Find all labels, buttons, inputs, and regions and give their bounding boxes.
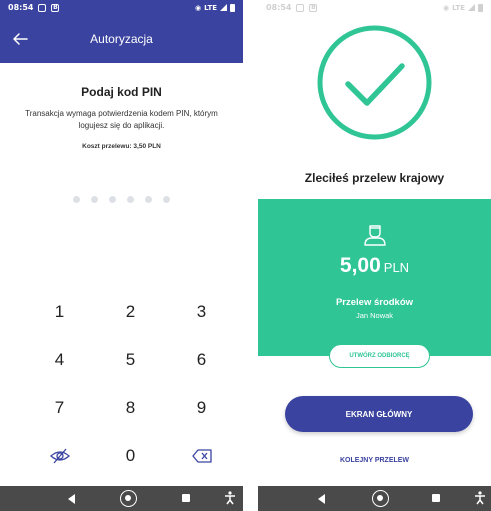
success-screen: 08:54 B ◉ LTE Zleciłeś przelew krajowy 5… <box>258 0 491 511</box>
key-7[interactable]: 7 <box>24 384 95 432</box>
arrow-left-icon[interactable] <box>10 29 30 49</box>
main-screen-button[interactable]: EKRAN GŁÓWNY <box>285 396 473 432</box>
check-circle-icon <box>317 25 432 140</box>
recent-apps-icon[interactable] <box>182 494 190 502</box>
create-recipient-button[interactable]: UTWÓRZ ODBIORCĘ <box>329 344 430 368</box>
battery-icon <box>230 3 235 12</box>
transfer-summary: 5,00 PLN Przelew środków Jan Nowak UTWÓRZ… <box>258 199 491 368</box>
delete-button[interactable] <box>166 432 237 480</box>
pin-dot <box>163 196 170 203</box>
transfer-title: Przelew środków <box>335 297 414 308</box>
notification-icon <box>296 3 305 12</box>
accessibility-icon[interactable] <box>474 491 486 505</box>
transfer-fee: Koszt przelewu: 3,50 PLN <box>82 143 161 150</box>
pin-dot <box>91 196 98 203</box>
toggle-visibility-button[interactable] <box>24 432 95 480</box>
key-1[interactable]: 1 <box>24 288 95 336</box>
status-time: 08:54 <box>8 3 34 12</box>
recipient-name: Jan Nowak <box>355 311 394 320</box>
keypad: 1 2 3 4 5 6 7 8 9 0 <box>24 288 237 480</box>
status-bar: 08:54 B ◉ LTE <box>0 0 243 15</box>
page-title: Autoryzacja <box>90 32 153 46</box>
signal-icon <box>220 4 227 11</box>
bank-app-icon: B <box>51 3 60 12</box>
network-type: LTE <box>452 3 465 12</box>
back-icon[interactable] <box>68 494 75 504</box>
wifi-icon: ◉ <box>443 3 450 12</box>
key-8[interactable]: 8 <box>95 384 166 432</box>
amount-value: 5,00 <box>339 254 381 277</box>
system-nav-bar <box>258 486 491 511</box>
notification-icon <box>38 3 47 12</box>
pin-dot <box>109 196 116 203</box>
eye-off-icon <box>49 448 70 464</box>
home-icon[interactable] <box>372 490 389 507</box>
success-heading: Zleciłeś przelew krajowy <box>304 171 445 185</box>
key-0[interactable]: 0 <box>95 432 166 480</box>
app-bar: Autoryzacja <box>0 15 243 63</box>
bank-app-icon: B <box>309 3 318 12</box>
key-4[interactable]: 4 <box>24 336 95 384</box>
system-nav-bar <box>0 486 243 511</box>
person-icon <box>364 225 386 246</box>
battery-icon <box>478 3 483 12</box>
back-icon[interactable] <box>318 494 325 504</box>
amount-currency: PLN <box>383 260 410 275</box>
accessibility-icon[interactable] <box>224 491 236 505</box>
signal-icon <box>468 4 475 11</box>
pin-dot <box>73 196 80 203</box>
pin-screen: 08:54 B ◉ LTE Autoryzacja Podaj kod PIN … <box>0 0 243 511</box>
key-9[interactable]: 9 <box>166 384 237 432</box>
home-icon[interactable] <box>120 490 137 507</box>
amount: 5,00 PLN <box>258 254 491 278</box>
pin-description: Transakcja wymaga potwierdzenia kodem PI… <box>25 109 218 130</box>
network-type: LTE <box>204 3 217 12</box>
pin-dot <box>127 196 134 203</box>
pin-dots <box>0 196 243 203</box>
pin-dot <box>145 196 152 203</box>
key-5[interactable]: 5 <box>95 336 166 384</box>
wifi-icon: ◉ <box>195 3 202 12</box>
key-2[interactable]: 2 <box>95 288 166 336</box>
status-time: 08:54 <box>266 3 292 12</box>
backspace-icon <box>191 449 212 463</box>
recent-apps-icon[interactable] <box>432 494 440 502</box>
pin-heading: Podaj kod PIN <box>81 85 162 99</box>
next-transfer-link[interactable]: KOLEJNY PRZELEW <box>258 457 491 464</box>
status-bar: 08:54 B ◉ LTE <box>258 0 491 15</box>
key-6[interactable]: 6 <box>166 336 237 384</box>
key-3[interactable]: 3 <box>166 288 237 336</box>
